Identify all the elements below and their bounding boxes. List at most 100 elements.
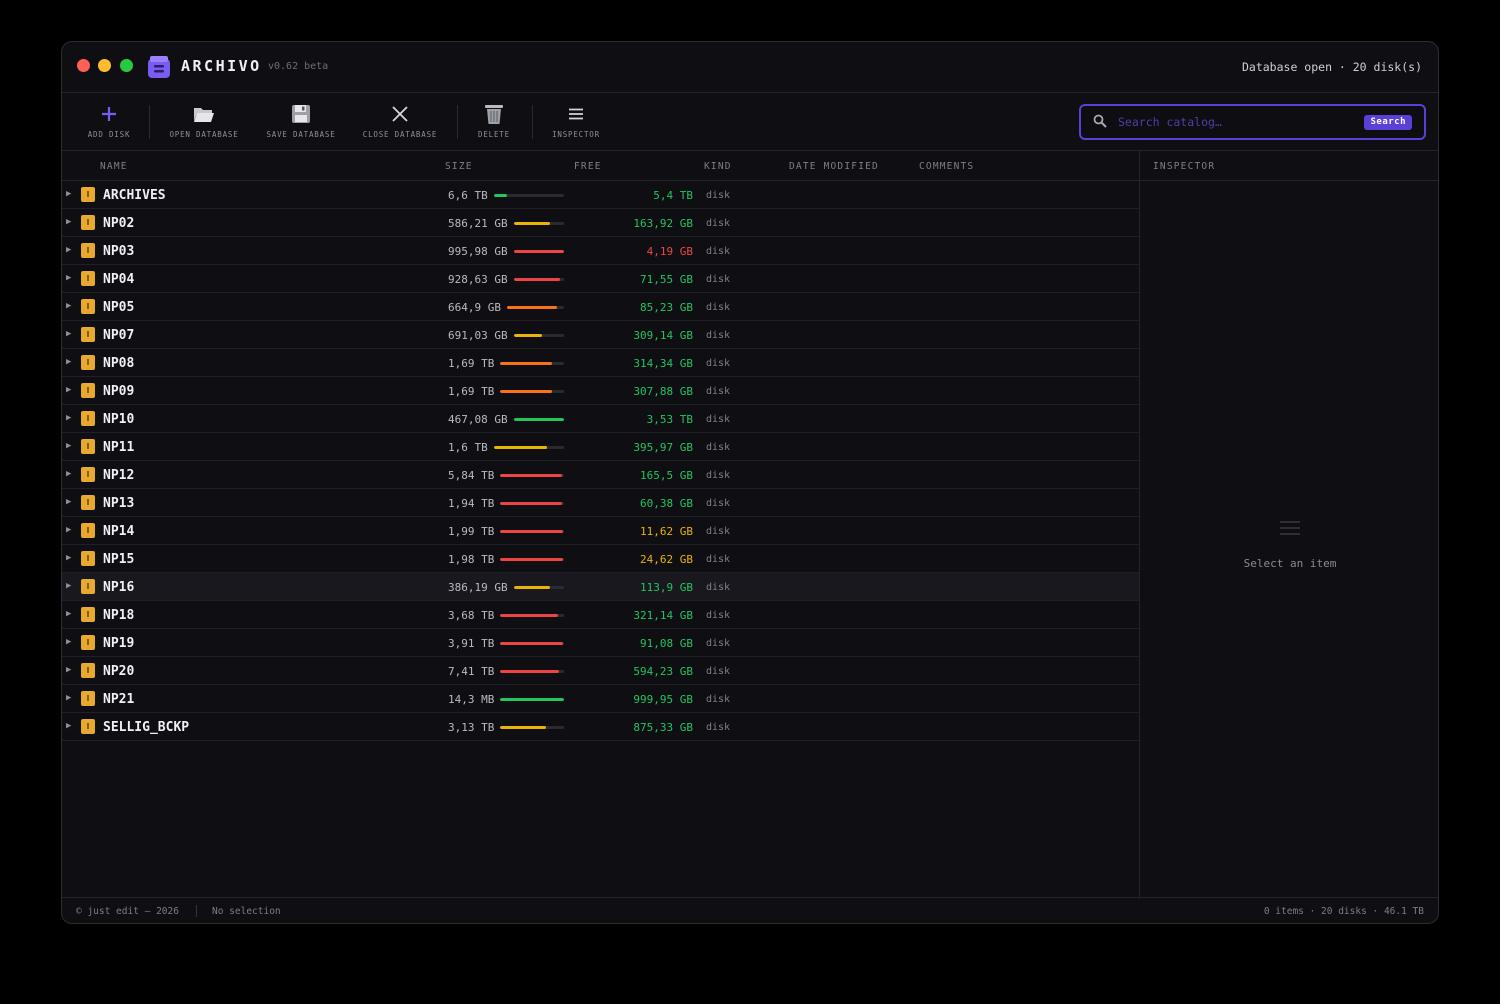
table-row[interactable]: ▶ NP20 7,41 TB 594,23 GB disk xyxy=(62,657,1139,685)
expand-chevron-icon[interactable]: ▶ xyxy=(66,273,71,283)
disk-kind: disk xyxy=(706,442,731,453)
expand-chevron-icon[interactable]: ▶ xyxy=(66,637,71,647)
table-row[interactable]: ▶ NP09 1,69 TB 307,88 GB disk xyxy=(62,377,1139,405)
table-row[interactable]: ▶ NP11 1,6 TB 395,97 GB disk xyxy=(62,433,1139,461)
disk-size: 928,63 GB xyxy=(448,273,508,286)
table-row[interactable]: ▶ NP03 995,98 GB 4,19 GB disk xyxy=(62,237,1139,265)
column-header-date-modified[interactable]: DATE MODIFIED xyxy=(789,161,879,172)
table-row[interactable]: ▶ NP16 386,19 GB 113,9 GB disk xyxy=(62,573,1139,601)
expand-chevron-icon[interactable]: ▶ xyxy=(66,609,71,619)
disk-icon xyxy=(81,299,95,314)
disk-name: NP07 xyxy=(103,328,135,343)
expand-chevron-icon[interactable]: ▶ xyxy=(66,441,71,451)
disk-kind: disk xyxy=(706,302,731,313)
expand-chevron-icon[interactable]: ▶ xyxy=(66,721,71,731)
disk-name: NP10 xyxy=(103,412,135,427)
disk-size: 586,21 GB xyxy=(448,217,508,230)
disk-icon xyxy=(81,243,95,258)
table-row[interactable]: ▶ NP04 928,63 GB 71,55 GB disk xyxy=(62,265,1139,293)
open-database-button[interactable]: OPEN DATABASE xyxy=(168,93,240,151)
disk-name: NP15 xyxy=(103,552,135,567)
disk-size: 3,13 TB xyxy=(448,721,495,734)
close-database-button[interactable]: CLOSE DATABASE xyxy=(362,93,438,151)
table-row[interactable]: ▶ NP13 1,94 TB 60,38 GB disk xyxy=(62,489,1139,517)
usage-bar xyxy=(494,194,564,197)
expand-chevron-icon[interactable]: ▶ xyxy=(66,581,71,591)
table-body: ▶ ARCHIVES 6,6 TB 5,4 TB disk ▶ NP02 586,21 GB 1… xyxy=(62,181,1139,741)
usage-bar-fill xyxy=(500,726,546,729)
expand-chevron-icon[interactable]: ▶ xyxy=(66,357,71,367)
usage-bar-fill xyxy=(514,250,564,253)
expand-chevron-icon[interactable]: ▶ xyxy=(66,525,71,535)
table-row[interactable]: ▶ NP02 586,21 GB 163,92 GB disk xyxy=(62,209,1139,237)
add-disk-button[interactable]: ADD DISK xyxy=(84,93,134,151)
close-window-button[interactable] xyxy=(77,59,90,72)
disk-icon xyxy=(81,579,95,594)
table-row[interactable]: ▶ NP08 1,69 TB 314,34 GB disk xyxy=(62,349,1139,377)
table-row[interactable]: ▶ NP14 1,99 TB 11,62 GB disk xyxy=(62,517,1139,545)
table-row[interactable]: ▶ NP07 691,03 GB 309,14 GB disk xyxy=(62,321,1139,349)
table-row[interactable]: ▶ ARCHIVES 6,6 TB 5,4 TB disk xyxy=(62,181,1139,209)
table-row[interactable]: ▶ NP05 664,9 GB 85,23 GB disk xyxy=(62,293,1139,321)
expand-chevron-icon[interactable]: ▶ xyxy=(66,693,71,703)
disk-kind: disk xyxy=(706,554,731,565)
column-header-free[interactable]: FREE xyxy=(574,161,602,172)
toolbar-divider xyxy=(532,105,533,139)
expand-chevron-icon[interactable]: ▶ xyxy=(66,665,71,675)
disk-size: 1,94 TB xyxy=(448,497,495,510)
expand-chevron-icon[interactable]: ▶ xyxy=(66,553,71,563)
disk-free: 163,92 GB xyxy=(633,217,693,230)
disk-size: 6,6 TB xyxy=(448,189,488,202)
table-row[interactable]: ▶ NP12 5,84 TB 165,5 GB disk xyxy=(62,461,1139,489)
expand-chevron-icon[interactable]: ▶ xyxy=(66,497,71,507)
app-window: ARCHIVO v0.62 beta Database open · 20 di… xyxy=(61,41,1439,924)
folder-open-icon xyxy=(193,102,215,126)
column-header-comments[interactable]: COMMENTS xyxy=(919,161,974,172)
expand-chevron-icon[interactable]: ▶ xyxy=(66,413,71,423)
disk-size: 3,68 TB xyxy=(448,609,495,622)
expand-chevron-icon[interactable]: ▶ xyxy=(66,217,71,227)
disk-size: 664,9 GB xyxy=(448,301,501,314)
search-icon xyxy=(1093,114,1107,132)
disk-kind: disk xyxy=(706,638,731,649)
disk-kind: disk xyxy=(706,582,731,593)
minimize-window-button[interactable] xyxy=(98,59,111,72)
expand-chevron-icon[interactable]: ▶ xyxy=(66,329,71,339)
disk-kind: disk xyxy=(706,274,731,285)
disk-name: ARCHIVES xyxy=(103,188,166,203)
save-database-button[interactable]: SAVE DATABASE xyxy=(266,93,336,151)
usage-bar xyxy=(500,390,564,393)
delete-button[interactable]: DELETE xyxy=(474,93,514,151)
expand-chevron-icon[interactable]: ▶ xyxy=(66,301,71,311)
column-header-kind[interactable]: KIND xyxy=(704,161,732,172)
open-database-label: OPEN DATABASE xyxy=(169,130,239,139)
search-button[interactable]: Search xyxy=(1364,115,1412,130)
table-row[interactable]: ▶ NP10 467,08 GB 3,53 TB disk xyxy=(62,405,1139,433)
usage-bar xyxy=(500,670,564,673)
table-row[interactable]: ▶ NP19 3,91 TB 91,08 GB disk xyxy=(62,629,1139,657)
column-header-size[interactable]: SIZE xyxy=(445,161,473,172)
disk-size: 467,08 GB xyxy=(448,413,508,426)
disk-name: NP08 xyxy=(103,356,135,371)
disk-free: 594,23 GB xyxy=(633,665,693,678)
expand-chevron-icon[interactable]: ▶ xyxy=(66,469,71,479)
expand-chevron-icon[interactable]: ▶ xyxy=(66,385,71,395)
table-row[interactable]: ▶ SELLIG_BCKP 3,13 TB 875,33 GB disk xyxy=(62,713,1139,741)
search-input[interactable] xyxy=(1118,112,1348,132)
table-row[interactable]: ▶ NP18 3,68 TB 321,14 GB disk xyxy=(62,601,1139,629)
menu-lines-icon xyxy=(569,102,583,126)
disk-icon xyxy=(81,663,95,678)
expand-chevron-icon[interactable]: ▶ xyxy=(66,245,71,255)
usage-bar xyxy=(500,362,564,365)
column-header-name[interactable]: NAME xyxy=(100,161,128,172)
disk-free: 165,5 GB xyxy=(640,469,693,482)
inspector-toggle-button[interactable]: INSPECTOR xyxy=(550,93,602,151)
disk-icon xyxy=(81,327,95,342)
disk-icon xyxy=(81,383,95,398)
table-row[interactable]: ▶ NP21 14,3 MB 999,95 GB disk xyxy=(62,685,1139,713)
table-row[interactable]: ▶ NP15 1,98 TB 24,62 GB disk xyxy=(62,545,1139,573)
expand-chevron-icon[interactable]: ▶ xyxy=(66,189,71,199)
disk-kind: disk xyxy=(706,722,731,733)
inspector-empty-text: Select an item xyxy=(1243,557,1337,570)
maximize-window-button[interactable] xyxy=(120,59,133,72)
